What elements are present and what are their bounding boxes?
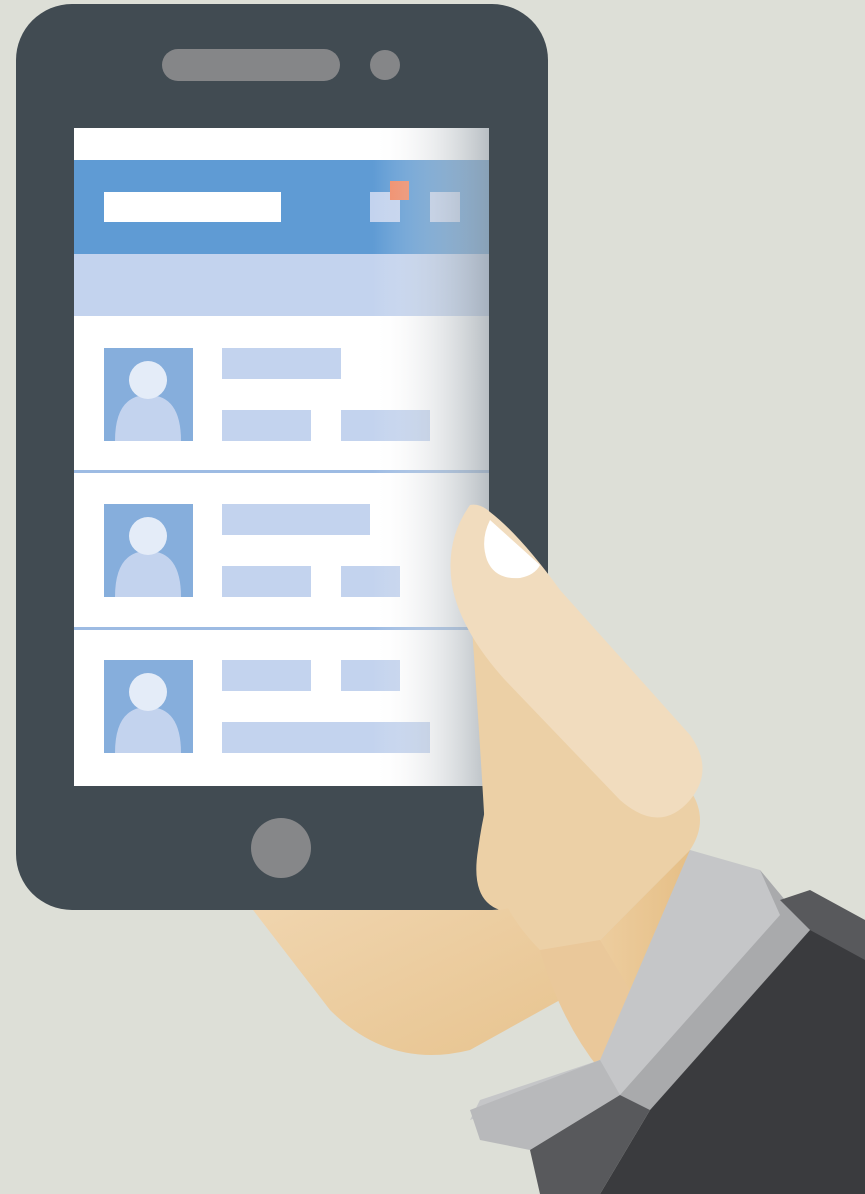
front-camera xyxy=(370,50,400,80)
illustration xyxy=(16,4,865,1194)
speaker-slot xyxy=(162,49,340,81)
phone-screen xyxy=(74,128,489,786)
phone xyxy=(16,4,548,910)
home-button[interactable] xyxy=(251,818,311,878)
